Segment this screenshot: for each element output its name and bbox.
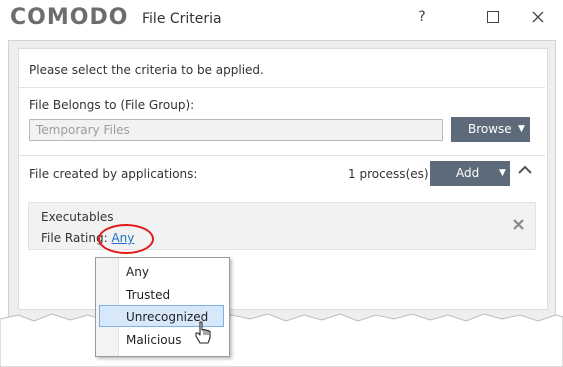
hand-cursor-icon [195,321,211,344]
remove-icon[interactable] [513,216,524,234]
browse-label: Browse [468,122,512,136]
maximize-icon[interactable] [476,4,510,30]
application-name: Executables [41,210,114,224]
chevron-down-icon: ▼ [499,168,506,178]
help-icon[interactable]: ? [405,4,439,30]
comodo-logo: COMODO [10,5,129,30]
instruction-text: Please select the criteria to be applied… [29,63,264,77]
add-button[interactable]: Add ▼ [430,161,510,186]
maximize-icon-glyph [487,11,499,23]
process-count: 1 process(es) [348,167,429,181]
menu-item-malicious[interactable]: Malicious [126,333,182,347]
browse-button[interactable]: Browse ▼ [451,117,530,142]
divider [19,87,545,88]
file-group-field[interactable]: Temporary Files [29,119,443,141]
divider [19,155,545,156]
file-group-label: File Belongs to (File Group): [29,98,195,112]
chevron-down-icon: ▼ [518,124,525,134]
highlight-oval [98,224,154,254]
menu-item-trusted[interactable]: Trusted [126,288,170,302]
created-by-label: File created by applications: [29,167,198,181]
remove-glyph [513,219,524,230]
title-bar: COMODO File Criteria ? [0,0,563,38]
window-title: File Criteria [142,11,222,27]
close-icon[interactable] [521,4,555,30]
chevron-up-glyph [518,165,532,174]
close-icon-glyph [532,11,544,23]
add-label: Add [456,166,480,180]
chevron-up-icon[interactable] [518,164,532,178]
menu-item-any[interactable]: Any [126,265,149,279]
